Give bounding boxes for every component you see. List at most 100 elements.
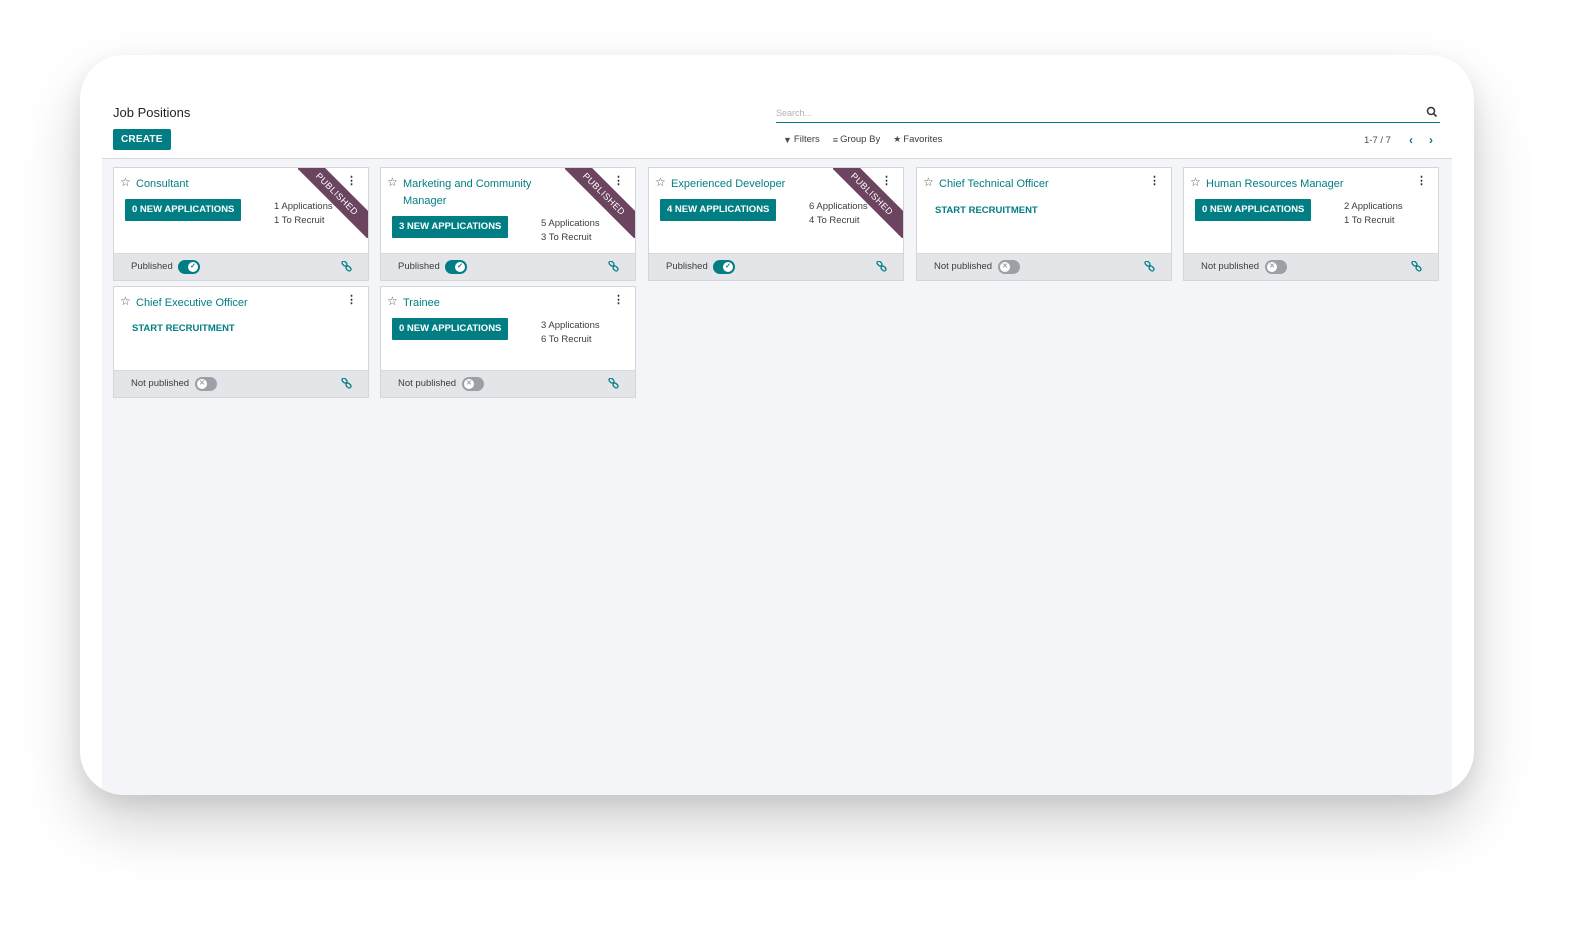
- pager-value[interactable]: 1-7 / 7: [1364, 135, 1391, 146]
- new-applications-button[interactable]: 4 NEW APPLICATIONS: [660, 199, 777, 221]
- filters-button[interactable]: ▼ Filters: [783, 134, 820, 145]
- applications-link[interactable]: 5 Applications: [541, 217, 600, 231]
- group-by-label: Group By: [840, 134, 881, 145]
- card-footer: Not published ✕: [917, 253, 1171, 280]
- kanban-card[interactable]: ☆ Consultant ⋮ PUBLISHED 0 NEW APPLICATI…: [113, 167, 369, 281]
- applications-link[interactable]: 2 Applications: [1344, 200, 1403, 214]
- kebab-menu-icon[interactable]: ⋮: [346, 293, 357, 306]
- card-title[interactable]: Chief Technical Officer: [939, 176, 1139, 193]
- chevron-left-icon[interactable]: ‹: [1401, 133, 1421, 147]
- kanban-view: ☆ Consultant ⋮ PUBLISHED 0 NEW APPLICATI…: [102, 159, 1452, 795]
- card-title[interactable]: Trainee: [403, 295, 553, 312]
- start-recruitment-button[interactable]: START RECRUITMENT: [132, 323, 235, 334]
- applications-link[interactable]: 3 Applications: [541, 319, 600, 333]
- group-by-button[interactable]: ≡ Group By: [833, 134, 880, 145]
- star-icon[interactable]: ☆: [120, 175, 131, 189]
- to-recruit-text: 6 To Recruit: [541, 334, 592, 345]
- stats: 2 Applications 1 To Recruit: [1344, 200, 1403, 228]
- stats: 5 Applications 3 To Recruit: [541, 217, 600, 245]
- star-icon[interactable]: ☆: [1190, 175, 1201, 189]
- star-icon[interactable]: ☆: [655, 175, 666, 189]
- search-bar: [776, 103, 1440, 123]
- page-title: Job Positions: [113, 105, 191, 120]
- publish-status: Published: [131, 261, 173, 272]
- publish-status: Published: [398, 261, 440, 272]
- app-window: Job Positions CREATE ▼ Filters ≡ Group B…: [80, 55, 1474, 795]
- check-icon: ✓: [188, 262, 198, 272]
- applications-link[interactable]: 1 Applications: [274, 200, 333, 214]
- link-icon[interactable]: [876, 261, 887, 272]
- stats: 3 Applications 6 To Recruit: [541, 319, 600, 347]
- publish-toggle[interactable]: ✓: [178, 260, 200, 274]
- create-button[interactable]: CREATE: [113, 129, 171, 150]
- card-title[interactable]: Chief Executive Officer: [136, 295, 336, 312]
- kanban-card[interactable]: ☆ Experienced Developer ⋮ PUBLISHED 4 NE…: [648, 167, 904, 281]
- new-applications-button[interactable]: 3 NEW APPLICATIONS: [392, 216, 509, 238]
- card-footer: Published ✓: [649, 253, 903, 280]
- publish-status: Not published: [131, 378, 190, 389]
- card-title[interactable]: Human Resources Manager: [1206, 176, 1406, 193]
- new-applications-button[interactable]: 0 NEW APPLICATIONS: [1195, 199, 1312, 221]
- kanban-card[interactable]: ☆ Chief Executive Officer ⋮ START RECRUI…: [113, 286, 369, 398]
- new-applications-button[interactable]: 0 NEW APPLICATIONS: [392, 318, 509, 340]
- close-icon: ✕: [197, 379, 207, 389]
- publish-toggle[interactable]: ✕: [195, 377, 217, 391]
- link-icon[interactable]: [341, 261, 352, 272]
- kanban-card[interactable]: ☆ Human Resources Manager ⋮ 0 NEW APPLIC…: [1183, 167, 1439, 281]
- search-icon[interactable]: [1426, 106, 1438, 118]
- new-applications-button[interactable]: 0 NEW APPLICATIONS: [125, 199, 242, 221]
- card-footer: Published ✓: [381, 253, 635, 280]
- favorites-label: Favorites: [903, 134, 943, 145]
- star-icon[interactable]: ☆: [387, 175, 398, 189]
- star-icon[interactable]: ☆: [923, 175, 934, 189]
- chevron-right-icon[interactable]: ›: [1421, 133, 1441, 147]
- kanban-card[interactable]: ☆ Trainee ⋮ 0 NEW APPLICATIONS 3 Applica…: [380, 286, 636, 398]
- close-icon: ✕: [464, 379, 474, 389]
- filter-icon: ▼: [783, 134, 792, 145]
- link-icon[interactable]: [1411, 261, 1422, 272]
- publish-toggle[interactable]: ✓: [713, 260, 735, 274]
- check-icon: ✓: [455, 262, 465, 272]
- publish-status: Not published: [1201, 261, 1260, 272]
- favorites-button[interactable]: ★ Favorites: [893, 134, 942, 145]
- stats: 6 Applications 4 To Recruit: [809, 200, 868, 228]
- link-icon[interactable]: [1144, 261, 1155, 272]
- publish-toggle[interactable]: ✕: [462, 377, 484, 391]
- card-title[interactable]: Experienced Developer: [671, 176, 821, 193]
- to-recruit-text: 3 To Recruit: [541, 232, 592, 243]
- pager: 1-7 / 7 ‹ ›: [1364, 133, 1441, 147]
- kebab-menu-icon[interactable]: ⋮: [1416, 174, 1427, 187]
- kanban-card[interactable]: ☆ Chief Technical Officer ⋮ START RECRUI…: [916, 167, 1172, 281]
- kebab-menu-icon[interactable]: ⋮: [613, 293, 624, 306]
- control-panel: Job Positions CREATE ▼ Filters ≡ Group B…: [102, 55, 1452, 159]
- link-icon[interactable]: [608, 378, 619, 389]
- card-footer: Not published ✕: [381, 370, 635, 397]
- stats: 1 Applications 1 To Recruit: [274, 200, 333, 228]
- start-recruitment-button[interactable]: START RECRUITMENT: [935, 205, 1038, 216]
- card-footer: Published ✓: [114, 253, 368, 280]
- publish-toggle[interactable]: ✕: [998, 260, 1020, 274]
- applications-link[interactable]: 6 Applications: [809, 200, 868, 214]
- publish-toggle[interactable]: ✓: [445, 260, 467, 274]
- star-icon[interactable]: ☆: [120, 294, 131, 308]
- to-recruit-text: 1 To Recruit: [1344, 215, 1395, 226]
- publish-status: Not published: [398, 378, 457, 389]
- kanban-card[interactable]: ☆ Marketing and Community Manager ⋮ PUBL…: [380, 167, 636, 281]
- card-title[interactable]: Consultant: [136, 176, 286, 193]
- filters-label: Filters: [793, 134, 820, 145]
- publish-status: Published: [666, 261, 708, 272]
- kebab-menu-icon[interactable]: ⋮: [1149, 174, 1160, 187]
- publish-toggle[interactable]: ✕: [1265, 260, 1287, 274]
- list-icon: ≡: [832, 134, 839, 145]
- card-footer: Not published ✕: [1184, 253, 1438, 280]
- link-icon[interactable]: [341, 378, 352, 389]
- star-icon[interactable]: ☆: [387, 294, 398, 308]
- search-input[interactable]: [776, 105, 1416, 121]
- link-icon[interactable]: [608, 261, 619, 272]
- star-filled-icon: ★: [893, 134, 902, 144]
- card-footer: Not published ✕: [114, 370, 368, 397]
- to-recruit-text: 4 To Recruit: [809, 215, 860, 226]
- search-panel: ▼ Filters ≡ Group By ★ Favorites: [783, 134, 942, 145]
- to-recruit-text: 1 To Recruit: [274, 215, 325, 226]
- card-title[interactable]: Marketing and Community Manager: [403, 176, 553, 210]
